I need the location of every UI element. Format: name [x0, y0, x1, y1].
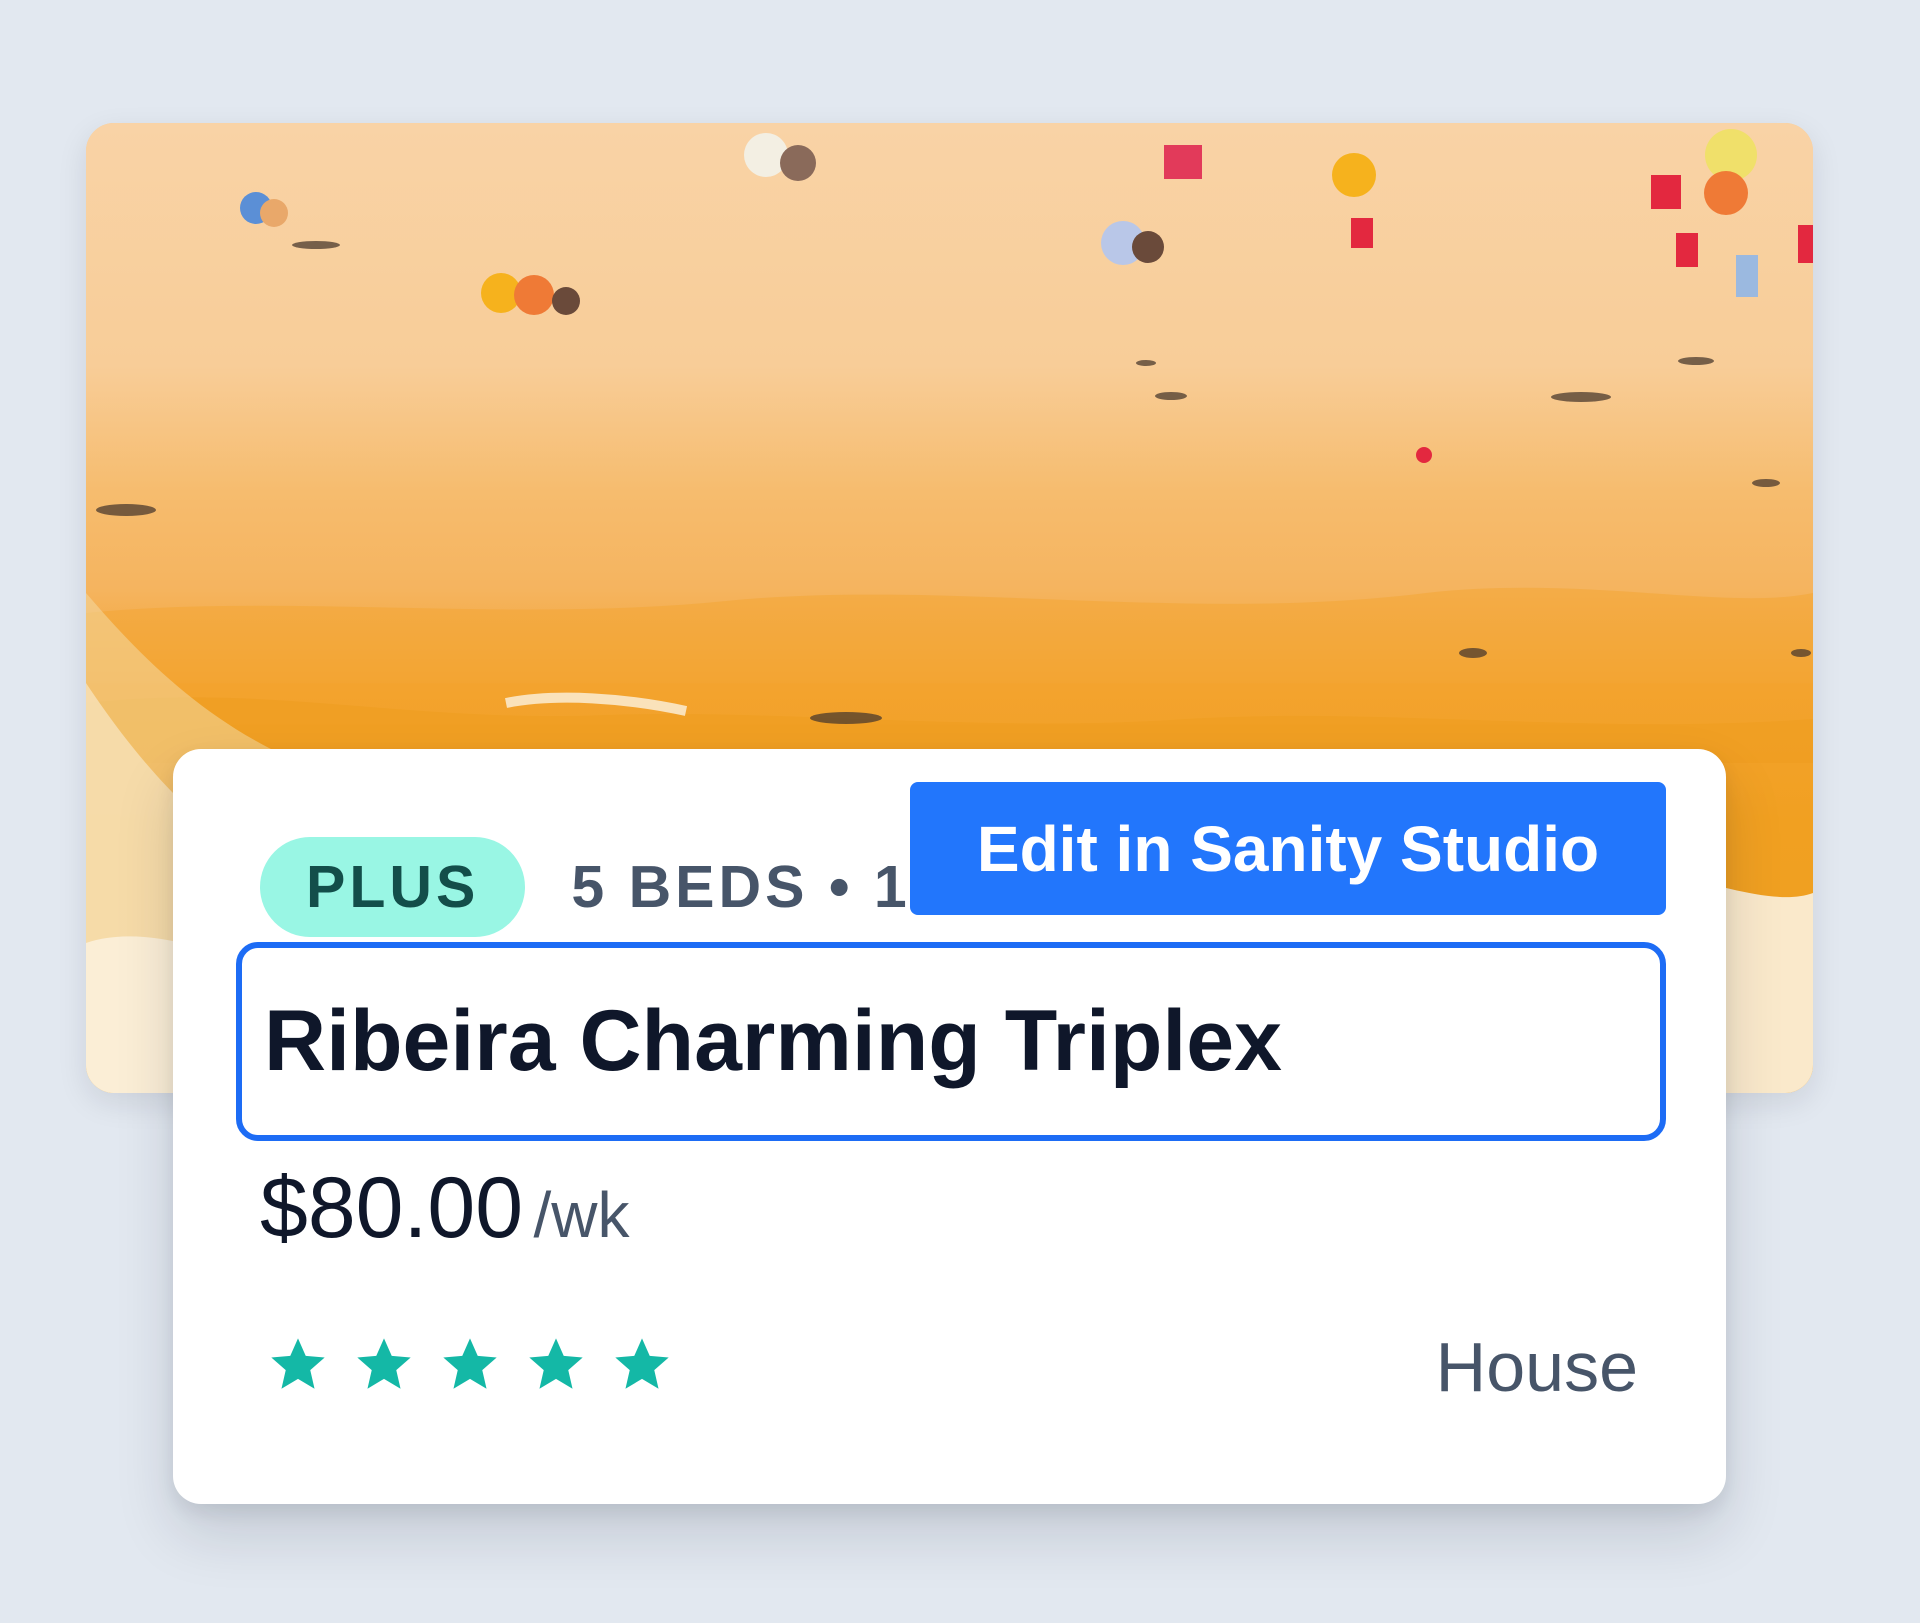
star-icon	[443, 1338, 497, 1389]
plus-badge: PLUS	[260, 837, 526, 937]
title-highlight[interactable]: Ribeira Charming Triplex	[236, 942, 1666, 1141]
edit-in-studio-button[interactable]: Edit in Sanity Studio	[910, 782, 1666, 915]
listing-card[interactable]: PLUS 5 BEDS • 1 Edit in Sanity Studio Ri…	[173, 749, 1726, 1504]
star-icon	[271, 1338, 325, 1389]
beds-count: 5 BEDS • 1	[571, 854, 911, 920]
star-icon	[615, 1338, 669, 1389]
price: $80.00	[260, 1160, 524, 1256]
rating-stars	[266, 1333, 674, 1397]
star-icon	[529, 1338, 583, 1389]
property-type: House	[1435, 1328, 1638, 1406]
price-period: /wk	[533, 1179, 630, 1251]
price-row: $80.00 /wk	[260, 1159, 630, 1258]
star-icon	[357, 1338, 411, 1389]
listing-title: Ribeira Charming Triplex	[264, 993, 1282, 1089]
listing-meta: PLUS 5 BEDS • 1	[260, 837, 911, 937]
